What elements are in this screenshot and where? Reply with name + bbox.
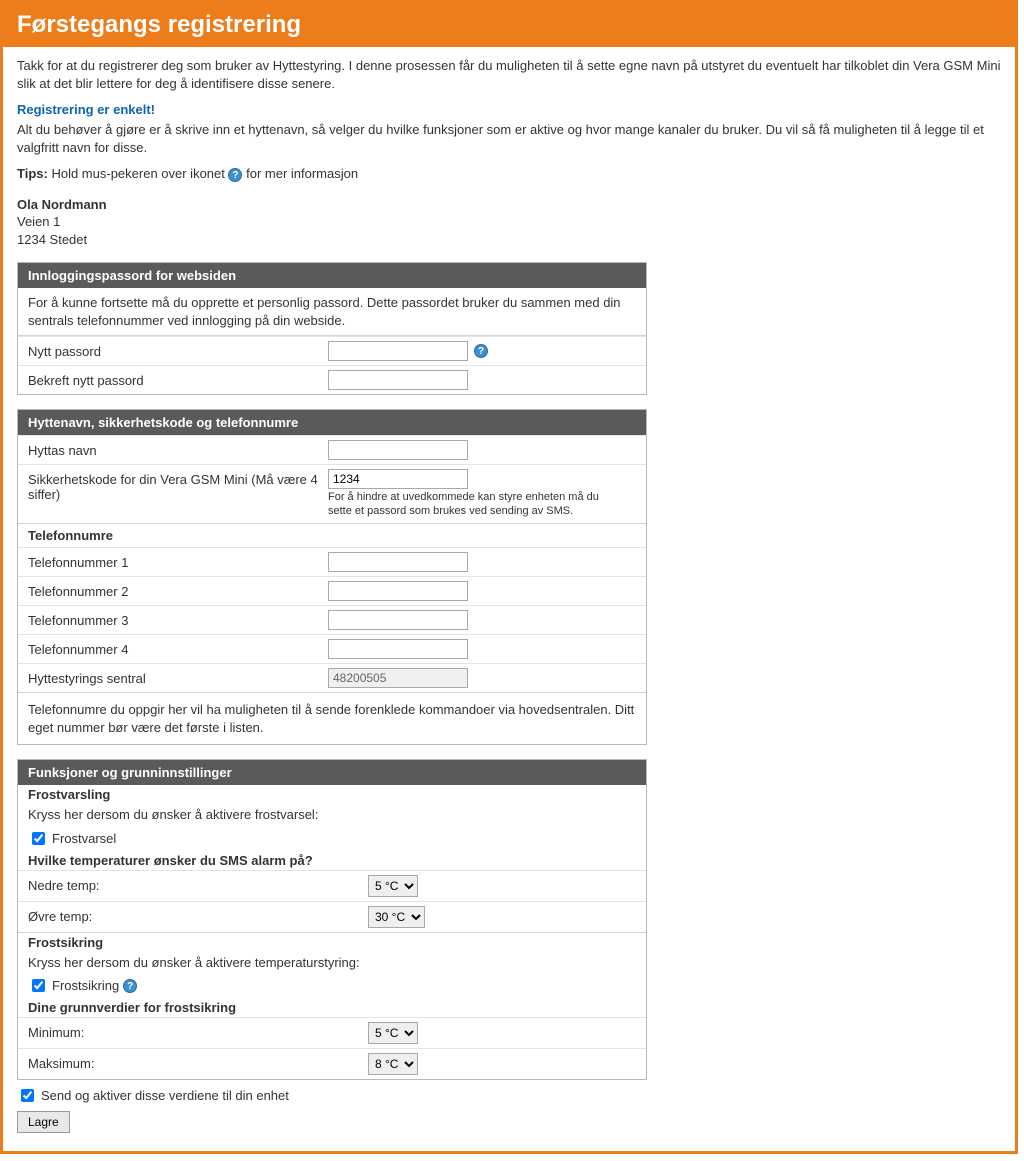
lower-temp-label: Nedre temp: (28, 875, 368, 893)
main-container: Førstegangs registrering Takk for at du … (0, 0, 1018, 1154)
panel-functions: Funksjoner og grunninnstillinger Frostva… (17, 759, 647, 1080)
panel-password-desc: For å kunne fortsette må du opprette et … (18, 288, 646, 336)
row-phone-3: Telefonnummer 3 (18, 605, 646, 634)
phone-3-label: Telefonnummer 3 (28, 610, 328, 628)
new-password-label: Nytt passord (28, 341, 328, 359)
send-activate-row: Send og aktiver disse verdiene til din e… (17, 1086, 1001, 1105)
help-icon[interactable]: ? (474, 344, 488, 358)
minimum-label: Minimum: (28, 1022, 368, 1040)
intro-subheading: Registrering er enkelt! (17, 102, 1001, 117)
panel-password: Innloggingspassord for websiden For å ku… (17, 262, 647, 395)
grunn-heading: Dine grunnverdier for frostsikring (18, 998, 646, 1017)
new-password-input[interactable] (328, 341, 468, 361)
phone-2-label: Telefonnummer 2 (28, 581, 328, 599)
confirm-password-input[interactable] (328, 370, 468, 390)
security-code-hint: For å hindre at uvedkommede kan styre en… (328, 491, 618, 519)
sikring-heading: Frostsikring (18, 932, 646, 952)
frost-heading: Frostvarsling (18, 785, 646, 804)
phone-4-label: Telefonnummer 4 (28, 639, 328, 657)
row-maksimum: Maksimum: 8 °C (18, 1048, 646, 1079)
panel-cabin-footer: Telefonnumre du oppgir her vil ha muligh… (18, 692, 646, 744)
frost-desc: Kryss her dersom du ønsker å aktivere fr… (18, 804, 646, 826)
phone-1-label: Telefonnummer 1 (28, 552, 328, 570)
page-title: Førstegangs registrering (3, 3, 1015, 47)
security-code-input[interactable] (328, 469, 468, 489)
intro-paragraph-2: Alt du behøver å gjøre er å skrive inn e… (17, 121, 1001, 156)
cabin-name-label: Hyttas navn (28, 440, 328, 458)
phones-heading: Telefonnumre (18, 523, 646, 547)
phone-4-input[interactable] (328, 639, 468, 659)
row-central: Hyttestyrings sentral (18, 663, 646, 692)
row-phone-4: Telefonnummer 4 (18, 634, 646, 663)
save-button[interactable]: Lagre (17, 1111, 70, 1133)
row-phone-1: Telefonnummer 1 (18, 547, 646, 576)
send-activate-checkbox[interactable] (21, 1089, 34, 1102)
cabin-name-input[interactable] (328, 440, 468, 460)
frost-check-row: Frostvarsel (18, 826, 646, 851)
phone-2-input[interactable] (328, 581, 468, 601)
tips-label: Tips: (17, 166, 48, 181)
row-phone-2: Telefonnummer 2 (18, 576, 646, 605)
panel-cabin: Hyttenavn, sikkerhetskode og telefonnumr… (17, 409, 647, 745)
content-area: Takk for at du registrerer deg som bruke… (3, 47, 1015, 1151)
central-input (328, 668, 468, 688)
user-name: Ola Nordmann (17, 196, 1001, 214)
maksimum-label: Maksimum: (28, 1053, 368, 1071)
intro-paragraph-1: Takk for at du registrerer deg som bruke… (17, 57, 1001, 92)
user-block: Ola Nordmann Veien 1 1234 Stedet (17, 196, 1001, 249)
row-security-code: Sikkerhetskode for din Vera GSM Mini (Må… (18, 464, 646, 523)
help-icon[interactable]: ? (228, 168, 242, 182)
row-upper-temp: Øvre temp: 30 °C (18, 901, 646, 932)
maksimum-select[interactable]: 8 °C (368, 1053, 418, 1075)
security-code-label: Sikkerhetskode for din Vera GSM Mini (Må… (28, 469, 328, 502)
frostvarsel-label: Frostvarsel (52, 831, 116, 846)
upper-temp-select[interactable]: 30 °C (368, 906, 425, 928)
help-icon[interactable]: ? (123, 979, 137, 993)
row-minimum: Minimum: 5 °C (18, 1017, 646, 1048)
tips-text-a: Hold mus-pekeren over ikonet (51, 166, 228, 181)
panel-password-title: Innloggingspassord for websiden (18, 263, 646, 288)
row-lower-temp: Nedre temp: 5 °C (18, 870, 646, 901)
central-label: Hyttestyrings sentral (28, 668, 328, 686)
lower-temp-select[interactable]: 5 °C (368, 875, 418, 897)
frostvarsel-checkbox[interactable] (32, 832, 45, 845)
confirm-password-label: Bekreft nytt passord (28, 370, 328, 388)
phone-1-input[interactable] (328, 552, 468, 572)
user-city: 1234 Stedet (17, 231, 1001, 249)
panel-functions-title: Funksjoner og grunninnstillinger (18, 760, 646, 785)
sikring-desc: Kryss her dersom du ønsker å aktivere te… (18, 952, 646, 974)
send-activate-label: Send og aktiver disse verdiene til din e… (41, 1088, 289, 1103)
panel-cabin-title: Hyttenavn, sikkerhetskode og telefonnumr… (18, 410, 646, 435)
frostsikring-checkbox[interactable] (32, 979, 45, 992)
row-new-password: Nytt passord ? (18, 336, 646, 365)
phone-3-input[interactable] (328, 610, 468, 630)
temp-question: Hvilke temperaturer ønsker du SMS alarm … (18, 851, 646, 870)
user-street: Veien 1 (17, 213, 1001, 231)
row-cabin-name: Hyttas navn (18, 435, 646, 464)
tips-line: Tips: Hold mus-pekeren over ikonet ? for… (17, 166, 1001, 182)
upper-temp-label: Øvre temp: (28, 906, 368, 924)
row-confirm-password: Bekreft nytt passord (18, 365, 646, 394)
minimum-select[interactable]: 5 °C (368, 1022, 418, 1044)
sikring-check-row: Frostsikring ? (18, 973, 646, 998)
tips-text-b: for mer informasjon (246, 166, 358, 181)
frostsikring-label: Frostsikring (52, 978, 119, 993)
